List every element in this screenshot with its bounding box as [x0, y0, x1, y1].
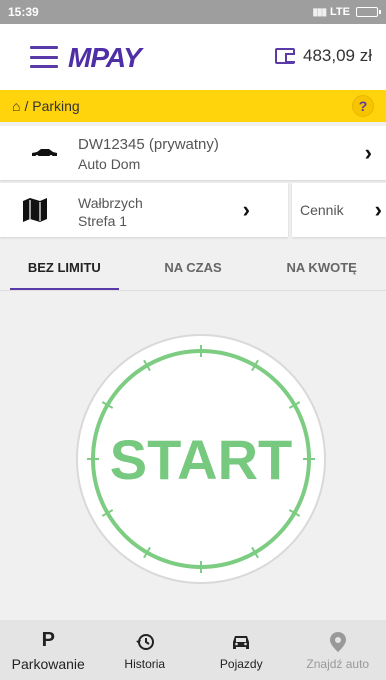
- start-button[interactable]: START: [75, 333, 327, 585]
- signal-icon: ▮▮▮: [312, 6, 327, 18]
- parking-mode-tabs: BEZ LIMITU NA CZAS NA KWOTĘ: [0, 244, 386, 290]
- menu-icon[interactable]: [30, 46, 58, 68]
- app-header: MPAY 483,09 zł: [0, 24, 386, 90]
- nav-historia[interactable]: Historia: [97, 620, 194, 680]
- tab-na-kwote[interactable]: NA KWOTĘ: [257, 244, 386, 290]
- chevron-right-icon: ›: [374, 197, 382, 222]
- tabs-divider: [0, 290, 386, 291]
- nav-label: Parkowanie: [11, 655, 85, 672]
- breadcrumb: ⌂ / Parking ?: [0, 90, 386, 122]
- wallet-balance[interactable]: 483,09 zł: [275, 46, 372, 66]
- wallet-icon: [275, 48, 295, 64]
- nav-znajdz-auto[interactable]: Znajdź auto: [290, 620, 386, 680]
- balance-amount: 483,09 zł: [303, 46, 372, 65]
- zone-selector[interactable]: Wałbrzych Strefa 1 ›: [0, 183, 288, 237]
- status-bar: 15:39 ▮▮▮ LTE: [0, 0, 386, 24]
- pricing-label: Cennik: [300, 202, 344, 218]
- zone-area: Strefa 1: [78, 213, 128, 229]
- chevron-right-icon: ›: [364, 140, 372, 165]
- nav-label: Historia: [124, 656, 166, 671]
- network-label: LTE: [330, 6, 350, 18]
- help-button[interactable]: ?: [352, 95, 374, 117]
- mpay-logo: MPAY: [68, 42, 142, 73]
- vehicle-name: Auto Dom: [78, 156, 141, 172]
- home-icon[interactable]: ⌂: [12, 98, 20, 114]
- tab-bez-limitu[interactable]: BEZ LIMITU: [0, 244, 129, 290]
- history-icon: [135, 630, 155, 654]
- nav-pojazdy[interactable]: Pojazdy: [193, 620, 290, 680]
- chevron-right-icon: ›: [242, 197, 250, 222]
- zone-city: Wałbrzych: [78, 195, 143, 211]
- start-dial-graphic: START: [76, 334, 326, 584]
- map-icon: [23, 198, 47, 222]
- pricing-button[interactable]: Cennik ›: [292, 183, 386, 237]
- bottom-navigation: P Parkowanie Historia Pojazdy Znajdź aut…: [0, 620, 386, 680]
- vehicle-selector[interactable]: DW12345 (prywatny) Auto Dom ›: [0, 126, 386, 180]
- status-time: 15:39: [8, 5, 39, 19]
- nav-label: Znajdź auto: [306, 656, 370, 671]
- car-icon: [231, 630, 251, 654]
- battery-icon: [356, 7, 381, 17]
- car-icon: [32, 149, 57, 158]
- vehicle-plate: DW12345 (prywatny): [78, 136, 219, 153]
- location-pin-icon: [329, 630, 346, 654]
- start-label: START: [110, 428, 293, 491]
- parking-icon: P: [41, 629, 55, 651]
- breadcrumb-path: / Parking: [24, 98, 80, 114]
- nav-label: Pojazdy: [219, 656, 263, 671]
- nav-parkowanie[interactable]: P Parkowanie: [0, 620, 97, 680]
- tab-na-czas[interactable]: NA CZAS: [129, 244, 258, 290]
